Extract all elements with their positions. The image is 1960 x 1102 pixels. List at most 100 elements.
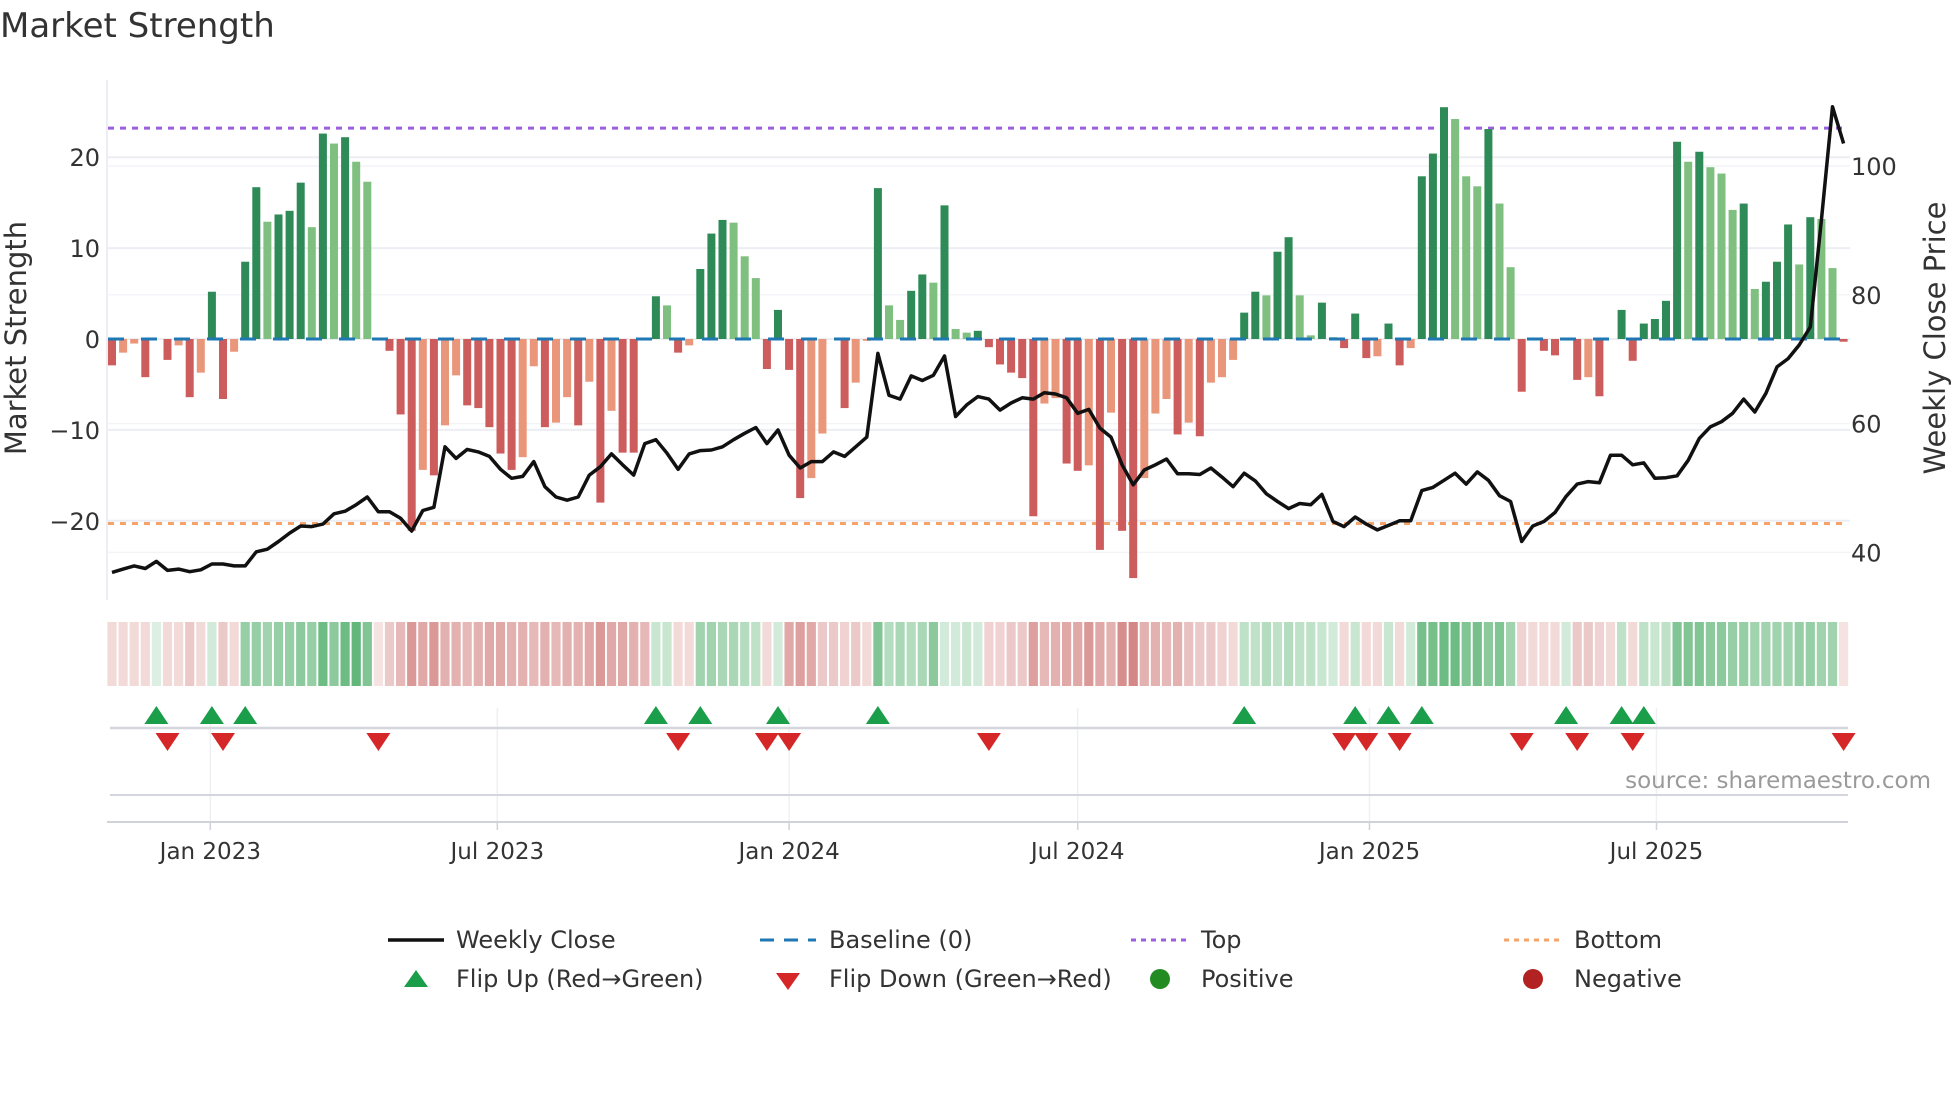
strip-cell-negative xyxy=(1528,622,1538,686)
negative-strength-bar xyxy=(563,339,572,398)
flip-down-marker xyxy=(1620,733,1645,751)
negative-strength-bar xyxy=(507,339,516,470)
strip-cell-positive xyxy=(740,622,750,686)
strip-cell-negative xyxy=(551,622,561,686)
x-tick-label: Jan 2025 xyxy=(1317,839,1420,865)
strip-cell-negative xyxy=(1106,622,1116,686)
strip-cell-positive xyxy=(884,622,894,686)
strip-cell-negative xyxy=(540,622,550,686)
flip-down-marker xyxy=(1387,733,1412,751)
negative-strength-bar xyxy=(485,339,494,428)
positive-strength-bar xyxy=(252,187,261,339)
x-tick-label: Jul 2024 xyxy=(1029,839,1125,865)
negative-strength-bar xyxy=(1007,339,1016,373)
negative-strength-bar xyxy=(108,339,116,366)
negative-strength-bar xyxy=(1195,339,1204,437)
strip-cell-negative xyxy=(862,622,872,686)
strip-cell-positive xyxy=(928,622,938,686)
strip-cell-negative xyxy=(762,622,772,686)
strip-cell-positive xyxy=(1272,622,1283,686)
positive-strength-bar xyxy=(1673,141,1682,339)
flip-up-marker xyxy=(1232,706,1257,724)
flip-down-marker xyxy=(666,733,691,751)
strip-cell-negative xyxy=(384,622,395,686)
strip-cell-negative xyxy=(1084,622,1094,686)
strip-cell-negative xyxy=(373,622,383,686)
strip-cell-positive xyxy=(1739,622,1749,686)
positive-strength-bar xyxy=(296,182,305,339)
strip-cell-negative xyxy=(1039,622,1049,686)
negative-strength-bar xyxy=(230,339,239,352)
strip-cell-positive xyxy=(296,622,306,686)
strip-cell-negative xyxy=(629,622,639,686)
strip-cell-positive xyxy=(1439,622,1449,686)
strip-cell-positive xyxy=(895,622,905,686)
strip-cell-negative xyxy=(440,622,450,686)
negative-strength-bar xyxy=(407,339,416,531)
strip-cell-negative xyxy=(573,622,583,686)
strip-cell-negative xyxy=(817,622,827,686)
negative-strength-bar xyxy=(196,339,205,373)
negative-strength-bar xyxy=(1162,339,1171,399)
positive-strength-bar xyxy=(1717,173,1726,339)
strip-cell-negative xyxy=(673,622,683,686)
strip-cell-positive xyxy=(340,622,350,686)
positive-strength-bar xyxy=(751,278,760,339)
positive-strength-bar xyxy=(940,205,949,339)
positive-strength-bar xyxy=(929,282,938,339)
strip-cell-positive xyxy=(695,622,705,686)
strip-cell-positive xyxy=(1816,622,1826,686)
negative-strength-bar xyxy=(1839,339,1848,342)
negative-strength-bar xyxy=(385,339,394,351)
positive-strength-bar xyxy=(1695,151,1704,339)
strip-cell-negative xyxy=(1017,622,1027,686)
strip-cell-negative xyxy=(1628,622,1638,686)
strip-cell-positive xyxy=(1794,622,1804,686)
strip-cell-negative xyxy=(140,622,150,686)
negative-strength-bar xyxy=(1073,339,1082,471)
positive-strength-bar xyxy=(1506,267,1515,339)
market-strength-chart: 20100−10−20100806040 Jan 2023 Jul 2023 Jan… xyxy=(0,80,1952,865)
strip-cell-negative xyxy=(418,622,428,686)
strip-cell-positive xyxy=(939,622,950,686)
positive-strength-bar xyxy=(740,256,749,339)
strip-cell-positive xyxy=(151,622,161,686)
flip-down-marker xyxy=(366,733,391,751)
negative-strength-bar xyxy=(1539,339,1548,351)
strip-cell-positive xyxy=(651,622,661,686)
strip-cell-positive xyxy=(729,622,739,686)
strip-cell-positive xyxy=(1672,622,1682,686)
negative-strength-bar xyxy=(785,339,794,370)
positive-strength-bar xyxy=(1451,119,1460,339)
strip-cell-negative xyxy=(806,622,816,686)
strip-cell-negative xyxy=(640,622,650,686)
strip-cell-positive xyxy=(917,622,927,686)
flip-down-marker xyxy=(1831,733,1856,751)
strip-cell-negative xyxy=(1006,622,1016,686)
strip-cell-positive xyxy=(1506,622,1516,686)
strip-cell-negative xyxy=(1095,622,1105,686)
negative-strength-bar xyxy=(1595,339,1604,397)
negative-strength-bar xyxy=(674,339,683,353)
positive-strength-bar xyxy=(352,161,361,339)
positive-strength-bar xyxy=(1351,313,1360,339)
x-tick-label: Jan 2023 xyxy=(158,839,261,865)
negative-strength-bar xyxy=(463,339,472,406)
strip-cell-negative xyxy=(451,622,461,686)
flip-down-marker xyxy=(1354,733,1379,751)
negative-strength-bar xyxy=(596,339,605,503)
positive-strength-bar xyxy=(1750,289,1759,339)
positive-strength-bar xyxy=(1317,302,1326,339)
negative-strength-bar xyxy=(130,339,139,344)
positive-strength-bar xyxy=(663,305,671,339)
negative-strength-bar xyxy=(1051,339,1060,399)
flip-down-marker xyxy=(976,733,1001,751)
strip-cell-negative xyxy=(595,622,605,686)
positive-strength-bar xyxy=(1639,323,1648,339)
strip-cell-positive xyxy=(706,622,716,686)
strip-cell-positive xyxy=(351,622,361,686)
flip-down-marker xyxy=(777,733,802,751)
negative-strength-bar xyxy=(1517,339,1526,392)
negative-strength-bar xyxy=(585,339,594,382)
negative-strength-bar xyxy=(1029,339,1038,517)
